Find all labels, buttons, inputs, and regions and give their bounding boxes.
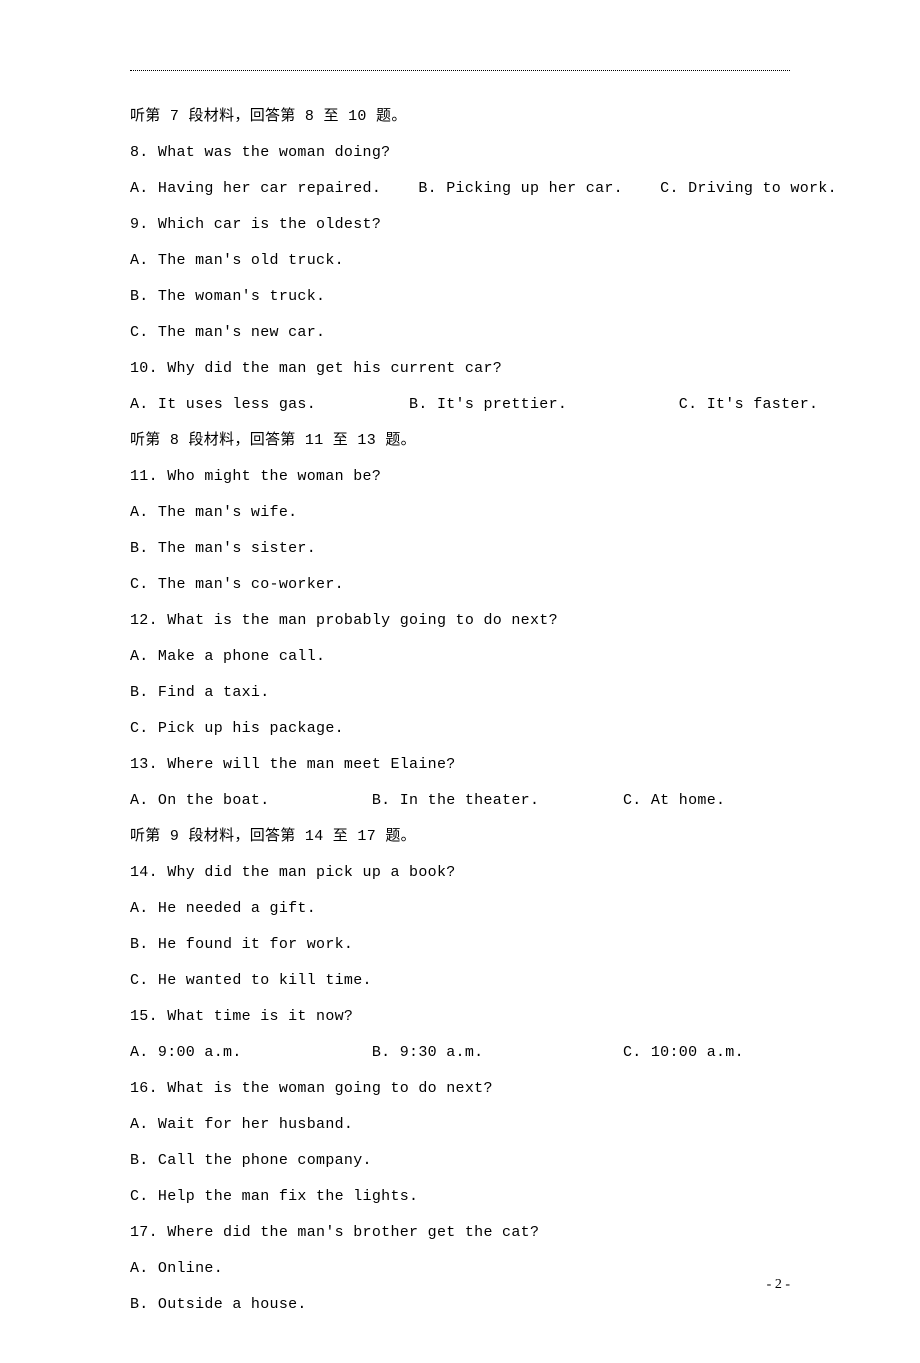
exam-page: 听第 7 段材料，回答第 8 至 10 题。8. What was the wo… xyxy=(0,0,920,1363)
section-intro: 听第 8 段材料，回答第 11 至 13 题。 xyxy=(130,423,790,459)
question-option: C. Help the man fix the lights. xyxy=(130,1179,790,1215)
question-stem: 9. Which car is the oldest? xyxy=(130,207,790,243)
section-intro: 听第 9 段材料，回答第 14 至 17 题。 xyxy=(130,819,790,855)
question-option: B. The woman's truck. xyxy=(130,279,790,315)
question-option: A. Make a phone call. xyxy=(130,639,790,675)
question-options-inline: A. On the boat. B. In the theater. C. At… xyxy=(130,783,790,819)
question-option: C. The man's new car. xyxy=(130,315,790,351)
horizontal-divider xyxy=(130,70,790,71)
content-area: 听第 7 段材料，回答第 8 至 10 题。8. What was the wo… xyxy=(130,99,790,1323)
question-option: C. The man's co-worker. xyxy=(130,567,790,603)
question-stem: 8. What was the woman doing? xyxy=(130,135,790,171)
question-stem: 16. What is the woman going to do next? xyxy=(130,1071,790,1107)
section-intro: 听第 7 段材料，回答第 8 至 10 题。 xyxy=(130,99,790,135)
question-option: C. He wanted to kill time. xyxy=(130,963,790,999)
question-stem: 17. Where did the man's brother get the … xyxy=(130,1215,790,1251)
question-options-inline: A. 9:00 a.m. B. 9:30 a.m. C. 10:00 a.m. xyxy=(130,1035,790,1071)
question-option: A. He needed a gift. xyxy=(130,891,790,927)
question-stem: 15. What time is it now? xyxy=(130,999,790,1035)
question-option: B. The man's sister. xyxy=(130,531,790,567)
question-option: C. Pick up his package. xyxy=(130,711,790,747)
question-options-inline: A. It uses less gas. B. It's prettier. C… xyxy=(130,387,790,423)
question-stem: 14. Why did the man pick up a book? xyxy=(130,855,790,891)
question-option: B. Find a taxi. xyxy=(130,675,790,711)
page-number: - 2 - xyxy=(767,1277,790,1293)
question-stem: 12. What is the man probably going to do… xyxy=(130,603,790,639)
question-options-inline: A. Having her car repaired. B. Picking u… xyxy=(130,171,790,207)
question-option: B. Outside a house. xyxy=(130,1287,790,1323)
question-stem: 11. Who might the woman be? xyxy=(130,459,790,495)
question-option: A. The man's wife. xyxy=(130,495,790,531)
question-option: A. Online. xyxy=(130,1251,790,1287)
question-stem: 13. Where will the man meet Elaine? xyxy=(130,747,790,783)
question-option: A. The man's old truck. xyxy=(130,243,790,279)
question-option: B. He found it for work. xyxy=(130,927,790,963)
question-option: A. Wait for her husband. xyxy=(130,1107,790,1143)
question-option: B. Call the phone company. xyxy=(130,1143,790,1179)
question-stem: 10. Why did the man get his current car? xyxy=(130,351,790,387)
